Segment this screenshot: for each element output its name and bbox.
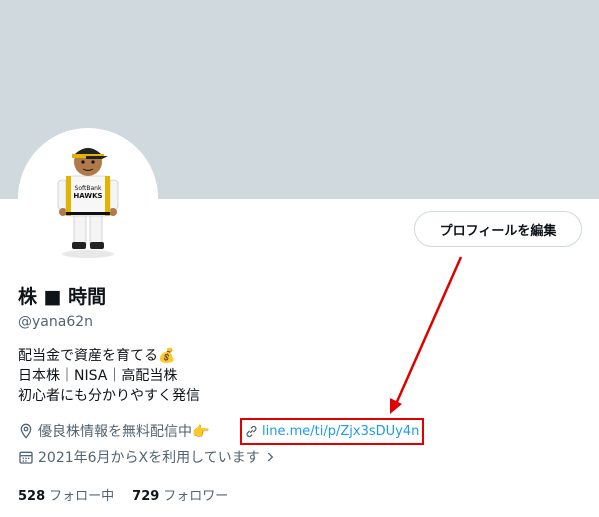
following-count: 528 (18, 489, 46, 504)
profile-location: 優良株情報を無料配信中👉 (18, 421, 209, 441)
edit-profile-button[interactable]: プロフィールを編集 (414, 211, 582, 247)
calendar-icon (19, 451, 33, 464)
followers-count-link[interactable]: 729 フォロワー (132, 485, 228, 504)
profile-website-link[interactable]: line.me/ti/p/Zjx3sDUy4n (240, 418, 424, 445)
svg-text:SoftBank: SoftBank (75, 185, 102, 192)
location-text: 優良株情報を無料配信中👉 (38, 424, 210, 440)
profile-join-date[interactable]: 2021年6月からXを利用しています (18, 447, 281, 467)
bio-line: 日本株｜NISA｜高配当株 (18, 368, 178, 384)
svg-text:HAWKS: HAWKS (73, 192, 102, 200)
profile-handle: @yana62n (18, 314, 94, 330)
followers-label: フォロワー (163, 489, 229, 504)
location-pin-icon (20, 423, 32, 439)
profile-display-name: 株 ■ 時間 (18, 286, 107, 308)
link-icon (246, 425, 257, 438)
website-link-text[interactable]: line.me/ti/p/Zjx3sDUy4n (262, 424, 419, 439)
following-count-link[interactable]: 528 フォロー中 (18, 485, 114, 504)
bio-line: 配当金で資産を育てる💰 (18, 348, 176, 364)
chevron-right-icon (267, 452, 273, 462)
followers-count: 729 (132, 489, 160, 504)
avatar-figure-image: SoftBank HAWKS (22, 132, 154, 264)
follow-stats: 528 フォロー中 729 フォロワー (18, 485, 246, 504)
join-date-text: 2021年6月からXを利用しています (38, 450, 260, 466)
profile-avatar[interactable]: SoftBank HAWKS (18, 128, 158, 268)
profile-bio: 配当金で資産を育てる💰 日本株｜NISA｜高配当株 初心者にも分かりやすく発信 (18, 346, 200, 406)
bio-line: 初心者にも分かりやすく発信 (18, 388, 200, 404)
following-label: フォロー中 (49, 489, 115, 504)
